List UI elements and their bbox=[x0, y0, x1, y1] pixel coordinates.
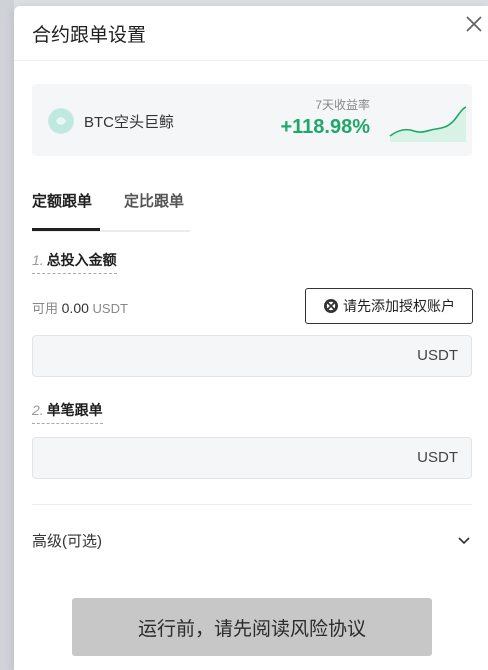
roi-sparkline bbox=[389, 106, 467, 142]
active-tab-indicator bbox=[32, 228, 100, 231]
chevron-down-icon bbox=[458, 537, 470, 545]
trader-card[interactable]: BTC空头巨鲸 7天收益率 +118.98% bbox=[32, 84, 472, 156]
modal-title: 合约跟单设置 bbox=[32, 25, 147, 46]
section-divider bbox=[32, 504, 472, 505]
add-authorized-account-button[interactable]: 请先添加授权账户 bbox=[305, 288, 473, 324]
available-balance: 可用 0.00 USDT bbox=[32, 298, 128, 317]
total-investment-unit: USDT bbox=[417, 347, 458, 364]
roi-value: +118.98% bbox=[280, 116, 370, 138]
advanced-settings-toggle[interactable]: 高级(可选) bbox=[32, 528, 472, 552]
total-investment-title: 总投入金额 bbox=[46, 252, 117, 268]
per-order-index: 2. bbox=[32, 402, 44, 418]
available-unit: USDT bbox=[92, 301, 128, 316]
block-icon bbox=[324, 299, 338, 313]
per-order-input-box[interactable]: USDT bbox=[32, 437, 472, 479]
per-order-unit: USDT bbox=[417, 449, 458, 466]
advanced-settings-label: 高级(可选) bbox=[32, 533, 102, 550]
available-label: 可用 bbox=[32, 301, 59, 316]
trader-name: BTC空头巨鲸 bbox=[84, 114, 175, 131]
close-icon bbox=[466, 16, 482, 32]
background-left-edge bbox=[0, 0, 14, 670]
per-order-title: 单笔跟单 bbox=[46, 402, 103, 418]
read-risk-agreement-button[interactable]: 运行前，请先阅读风险协议 bbox=[72, 598, 432, 656]
total-investment-input[interactable] bbox=[43, 344, 387, 370]
roi-label: 7天收益率 bbox=[315, 98, 370, 112]
total-investment-label: 1. 总投入金额 bbox=[32, 250, 117, 274]
close-button[interactable] bbox=[462, 12, 486, 36]
trader-avatar bbox=[48, 108, 74, 134]
copy-mode-tabs: 定额跟单 定比跟单 bbox=[32, 190, 190, 232]
available-amount: 0.00 bbox=[61, 300, 89, 316]
modal-header: 合约跟单设置 bbox=[14, 6, 488, 61]
tab-fixed-ratio[interactable]: 定比跟单 bbox=[124, 190, 184, 211]
trader-avatar-icon bbox=[49, 109, 73, 133]
per-order-label: 2. 单笔跟单 bbox=[32, 400, 103, 424]
per-order-input[interactable] bbox=[43, 446, 387, 472]
total-investment-input-box[interactable]: USDT bbox=[32, 335, 472, 377]
copy-trade-settings-modal: 合约跟单设置 BTC空头巨鲸 7天收益率 +118.98% 定额跟单 定比跟单 … bbox=[14, 6, 488, 670]
total-investment-index: 1. bbox=[32, 252, 44, 268]
add-authorized-account-label: 请先添加授权账户 bbox=[343, 298, 455, 314]
tab-fixed-amount[interactable]: 定额跟单 bbox=[32, 190, 92, 211]
